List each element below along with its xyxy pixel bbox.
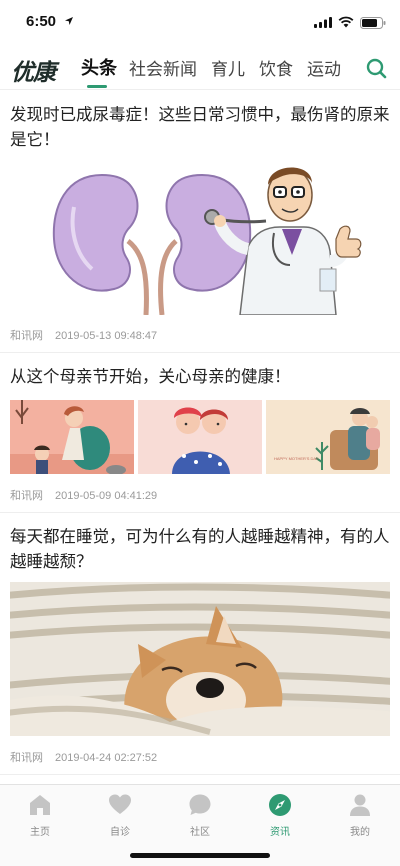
location-arrow-icon [65, 17, 73, 25]
article-source: 和讯网 [10, 490, 43, 502]
kidney-doctor-illustration [44, 157, 366, 315]
tab-news[interactable]: 资讯 [250, 793, 310, 838]
article-title: 从这个母亲节开始，关心母亲的健康！ [10, 367, 291, 386]
person-icon [350, 794, 370, 816]
search-icon[interactable] [365, 57, 387, 79]
tab-headlines[interactable]: 头条 [81, 54, 117, 80]
tab-sports[interactable]: 运动 [307, 55, 341, 80]
status-bar: 6:50 [0, 0, 400, 44]
home-icon [30, 795, 50, 815]
article-time: 2019-05-13 09:48:47 [55, 330, 158, 342]
battery-icon [360, 17, 386, 29]
active-tab-indicator [87, 85, 107, 88]
tab-parenting[interactable]: 育儿 [211, 55, 245, 80]
status-time: 6:50 [26, 13, 57, 30]
mothers-day-text: HAPPY MOTHER'S DAY [274, 456, 319, 461]
article-card[interactable]: 每天都在睡觉，可为什么有的人越睡越精神，有的人越睡越颓？ 和讯网 2019-04-… [0, 513, 400, 775]
sleeping-dog-photo [10, 582, 390, 736]
cellular-signal-icon [314, 17, 332, 28]
tab-label: 主页 [30, 827, 50, 838]
app-logo: 优康 [11, 60, 56, 86]
tab-social-news[interactable]: 社会新闻 [129, 55, 197, 80]
tab-community[interactable]: 社区 [170, 793, 230, 838]
article-card[interactable]: 从这个母亲节开始，关心母亲的健康！ HAPPY MOTHER'S DAY 和讯网… [0, 353, 400, 513]
article-meta: 和讯网 2019-05-13 09:48:47 [10, 327, 169, 343]
wifi-icon [338, 16, 354, 28]
tab-home[interactable]: 主页 [10, 793, 70, 838]
compass-icon [269, 794, 291, 816]
article-meta: 和讯网 2019-05-09 04:41:29 [10, 487, 169, 503]
article-time: 2019-05-09 04:41:29 [55, 490, 158, 502]
top-navigation: 优康 头条 社会新闻 育儿 饮食 运动 [0, 44, 400, 90]
heart-icon [109, 794, 131, 814]
home-indicator[interactable] [130, 853, 270, 858]
article-time: 2019-04-24 02:27:52 [55, 752, 158, 764]
tab-profile[interactable]: 我的 [330, 793, 390, 838]
article-title: 发现时已成尿毒症！这些日常习惯中，最伤肾的原来是它！ [10, 105, 390, 149]
tab-label: 资讯 [270, 827, 290, 838]
tab-diet[interactable]: 饮食 [259, 55, 293, 80]
article-source: 和讯网 [10, 752, 43, 764]
article-card[interactable]: 发现时已成尿毒症！这些日常习惯中，最伤肾的原来是它！ 和讯网 2019-05-1… [0, 91, 400, 353]
tab-label: 自诊 [110, 827, 130, 838]
mothers-day-card-illustration: HAPPY MOTHER'S DAY [266, 400, 390, 474]
tab-self-diagnosis[interactable]: 自诊 [90, 793, 150, 838]
article-title: 每天都在睡觉，可为什么有的人越睡越精神，有的人越睡越颓？ [10, 527, 390, 571]
mother-child-hug-illustration [138, 400, 262, 474]
article-meta: 和讯网 2019-04-24 02:27:52 [10, 749, 169, 765]
chat-bubble-icon [189, 794, 211, 815]
tab-label: 我的 [350, 827, 370, 838]
article-source: 和讯网 [10, 330, 43, 342]
tab-label: 社区 [190, 827, 210, 838]
mother-reading-illustration [10, 400, 134, 474]
